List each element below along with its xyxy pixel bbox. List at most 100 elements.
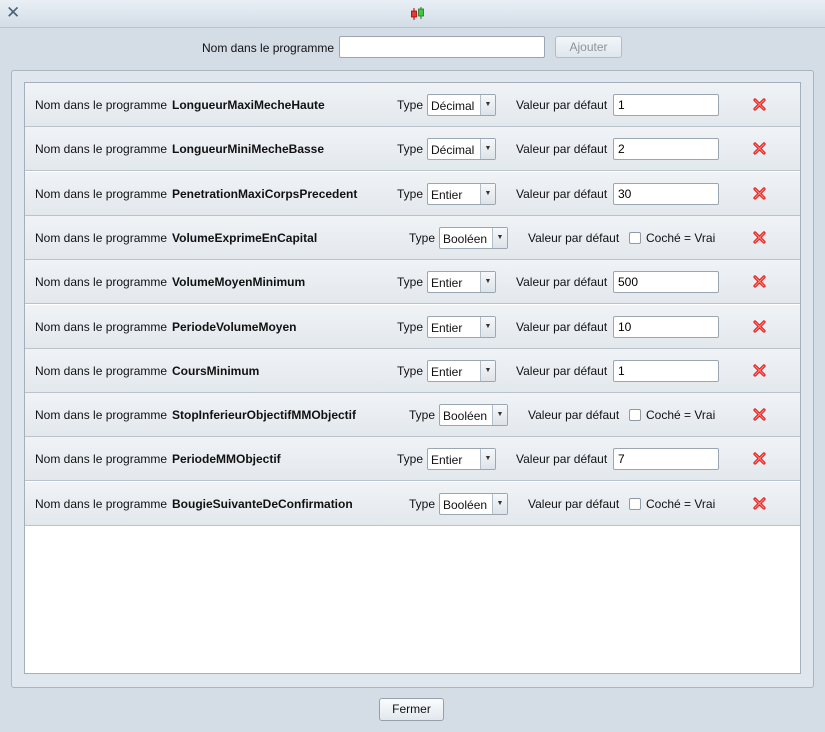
type-value: Entier: [431, 365, 463, 379]
type-value: Booléen: [443, 232, 488, 246]
variable-row: Nom dans le programme LongueurMiniMecheBa…: [25, 127, 800, 171]
delete-icon[interactable]: [753, 364, 766, 377]
default-value-input[interactable]: [613, 94, 719, 116]
checkbox-label: Coché = Vrai: [646, 231, 716, 245]
default-value-label: Valeur par défaut: [516, 452, 608, 466]
name-label: Nom dans le programme: [35, 408, 168, 422]
delete-icon[interactable]: [753, 187, 766, 200]
chevron-down-icon[interactable]: ▼: [480, 184, 495, 204]
type-select[interactable]: Entier ▼: [427, 448, 496, 470]
variable-name: CoursMinimum: [172, 364, 260, 378]
type-value: Entier: [431, 321, 463, 335]
variable-name: VolumeExprimeEnCapital: [172, 231, 318, 245]
candlestick-app-icon: [411, 7, 424, 20]
type-label: Type: [397, 364, 424, 378]
delete-icon[interactable]: [753, 320, 766, 333]
delete-icon[interactable]: [753, 275, 766, 288]
type-select[interactable]: Booléen ▼: [439, 227, 508, 249]
default-value-input[interactable]: [613, 271, 719, 293]
type-value: Décimal: [431, 99, 475, 113]
delete-icon[interactable]: [753, 408, 766, 421]
variable-row: Nom dans le programme PeriodeVolumeMoyen T…: [25, 305, 800, 349]
type-select[interactable]: Entier ▼: [427, 360, 496, 382]
new-variable-row: Nom dans le programme Ajouter: [0, 36, 825, 60]
delete-icon[interactable]: [753, 98, 766, 111]
default-value-label: Valeur par défaut: [528, 497, 620, 511]
default-value-input[interactable]: [613, 360, 719, 382]
default-checkbox[interactable]: [629, 232, 641, 244]
type-label: Type: [397, 275, 424, 289]
add-button[interactable]: Ajouter: [555, 36, 622, 58]
name-label: Nom dans le programme: [35, 275, 168, 289]
chevron-down-icon[interactable]: ▼: [492, 405, 507, 425]
chevron-down-icon[interactable]: ▼: [480, 361, 495, 381]
type-value: Booléen: [443, 409, 488, 423]
name-label: Nom dans le programme: [35, 231, 168, 245]
default-value-input[interactable]: [613, 316, 719, 338]
variable-name: PenetrationMaxiCorpsPrecedent: [172, 187, 358, 201]
type-label: Type: [409, 497, 436, 511]
chevron-down-icon[interactable]: ▼: [480, 317, 495, 337]
variable-name: LongueurMaxiMecheHaute: [172, 98, 325, 112]
default-value-label: Valeur par défaut: [516, 275, 608, 289]
delete-icon[interactable]: [753, 142, 766, 155]
default-value-input[interactable]: [613, 138, 719, 160]
name-label: Nom dans le programme: [35, 320, 168, 334]
type-label: Type: [397, 142, 424, 156]
default-value-label: Valeur par défaut: [516, 320, 608, 334]
type-label: Type: [409, 408, 436, 422]
variable-name: StopInferieurObjectifMMObjectif: [172, 408, 357, 422]
default-value-label: Valeur par défaut: [528, 408, 620, 422]
default-checkbox[interactable]: [629, 498, 641, 510]
default-value-label: Valeur par défaut: [516, 98, 608, 112]
delete-icon[interactable]: [753, 231, 766, 244]
type-label: Type: [409, 231, 436, 245]
chevron-down-icon[interactable]: ▼: [492, 228, 507, 248]
checkbox-label: Coché = Vrai: [646, 497, 716, 511]
variable-row: Nom dans le programme BougieSuivanteDeCon…: [25, 482, 800, 526]
variable-row: Nom dans le programme VolumeExprimeEnCapi…: [25, 216, 800, 260]
name-label: Nom dans le programme: [35, 187, 168, 201]
name-label: Nom dans le programme: [35, 364, 168, 378]
delete-icon[interactable]: [753, 452, 766, 465]
chevron-down-icon[interactable]: ▼: [480, 272, 495, 292]
default-value-input[interactable]: [613, 183, 719, 205]
name-label: Nom dans le programme: [202, 41, 335, 55]
type-select[interactable]: Entier ▼: [427, 271, 496, 293]
chevron-down-icon[interactable]: ▼: [480, 449, 495, 469]
default-checkbox[interactable]: [629, 409, 641, 421]
type-select[interactable]: Booléen ▼: [439, 404, 508, 426]
chevron-down-icon[interactable]: ▼: [492, 494, 507, 514]
variable-name: LongueurMiniMecheBasse: [172, 142, 325, 156]
chevron-down-icon[interactable]: ▼: [480, 139, 495, 159]
variable-name: PeriodeVolumeMoyen: [172, 320, 297, 334]
name-label: Nom dans le programme: [35, 142, 168, 156]
title-bar: ✕: [0, 0, 825, 28]
type-value: Entier: [431, 453, 463, 467]
variable-row: Nom dans le programme PeriodeMMObjectif Ty…: [25, 437, 800, 481]
type-label: Type: [397, 98, 424, 112]
variables-list[interactable]: Nom dans le programme LongueurMaxiMecheHa…: [24, 82, 801, 674]
delete-icon[interactable]: [753, 497, 766, 510]
type-label: Type: [397, 187, 424, 201]
chevron-down-icon[interactable]: ▼: [480, 95, 495, 115]
default-value-label: Valeur par défaut: [516, 142, 608, 156]
name-label: Nom dans le programme: [35, 497, 168, 511]
type-select[interactable]: Entier ▼: [427, 316, 496, 338]
variable-row: Nom dans le programme VolumeMoyenMinimum T…: [25, 260, 800, 304]
type-value: Entier: [431, 188, 463, 202]
variable-row: Nom dans le programme LongueurMaxiMecheHa…: [25, 83, 800, 127]
type-select[interactable]: Décimal ▼: [427, 138, 496, 160]
type-select[interactable]: Booléen ▼: [439, 493, 508, 515]
type-select[interactable]: Entier ▼: [427, 183, 496, 205]
close-icon[interactable]: ✕: [6, 4, 22, 22]
name-label: Nom dans le programme: [35, 98, 168, 112]
type-label: Type: [397, 320, 424, 334]
variable-row: Nom dans le programme CoursMinimum Type Ent…: [25, 349, 800, 393]
name-input[interactable]: [339, 36, 545, 58]
type-select[interactable]: Décimal ▼: [427, 94, 496, 116]
close-button[interactable]: Fermer: [379, 698, 444, 721]
type-value: Entier: [431, 276, 463, 290]
default-value-input[interactable]: [613, 448, 719, 470]
checkbox-label: Coché = Vrai: [646, 408, 716, 422]
